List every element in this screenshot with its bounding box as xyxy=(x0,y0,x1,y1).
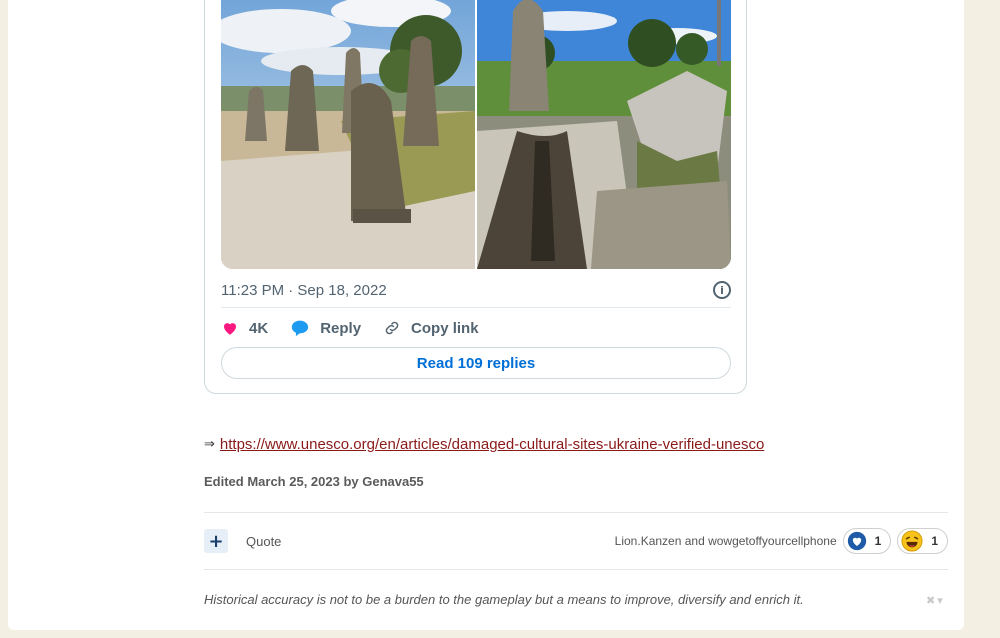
edited-note: Edited March 25, 2023 by Genava55 xyxy=(204,474,424,489)
chevron-down-icon[interactable]: ▾ xyxy=(937,594,943,607)
tweet-embed: 11:23 PM · Sep 18, 2022 i 4K Reply Copy … xyxy=(204,0,747,394)
arrow-icon: ⇒ xyxy=(204,437,215,452)
tweet-photo-damaged-statue[interactable] xyxy=(477,0,731,269)
tweet-photo-grid xyxy=(221,0,731,269)
tweet-actions: 4K Reply Copy link xyxy=(221,317,501,339)
read-replies-button[interactable]: Read 109 replies xyxy=(221,347,731,379)
reply-label: Reply xyxy=(320,319,362,337)
unesco-link[interactable]: https://www.unesco.org/en/articles/damag… xyxy=(220,436,764,453)
heart-icon xyxy=(221,319,239,337)
tweet-photo-statues-field[interactable] xyxy=(221,0,475,269)
close-icon[interactable]: ✖ xyxy=(926,594,935,607)
like-count: 4K xyxy=(249,319,269,337)
copy-link-action[interactable]: Copy link xyxy=(383,319,479,337)
like-action[interactable]: 4K xyxy=(221,319,268,337)
like-reaction-count: 1 xyxy=(874,534,882,548)
like-icon xyxy=(847,531,867,551)
tweet-divider xyxy=(221,307,731,308)
reaction-laugh[interactable]: 1 xyxy=(897,528,948,554)
tweet-timestamp[interactable]: 11:23 PM · Sep 18, 2022 xyxy=(221,282,387,299)
multiquote-plus-button[interactable]: + xyxy=(204,529,228,553)
quote-button[interactable]: Quote xyxy=(246,534,281,549)
reply-action[interactable]: Reply xyxy=(290,319,361,337)
divider xyxy=(204,569,948,570)
source-link-row: ⇒ https://www.unesco.org/en/articles/dam… xyxy=(204,436,764,453)
reaction-like[interactable]: 1 xyxy=(842,528,892,554)
laugh-icon xyxy=(901,530,923,552)
signature-options[interactable]: ✖ ▾ xyxy=(926,594,943,607)
reply-bubble-icon xyxy=(290,319,310,337)
copy-link-label: Copy link xyxy=(411,319,479,337)
tweet-meta-row: 11:23 PM · Sep 18, 2022 i xyxy=(221,279,731,301)
reactors-list[interactable]: Lion.Kanzen and wowgetoffyourcellphone xyxy=(615,534,837,548)
laugh-reaction-count: 1 xyxy=(931,534,938,548)
link-icon xyxy=(383,319,401,337)
divider xyxy=(204,512,948,513)
post-footer: + Quote Lion.Kanzen and wowgetoffyourcel… xyxy=(204,528,948,554)
user-signature: Historical accuracy is not to be a burde… xyxy=(204,592,804,607)
info-icon[interactable]: i xyxy=(713,281,731,299)
